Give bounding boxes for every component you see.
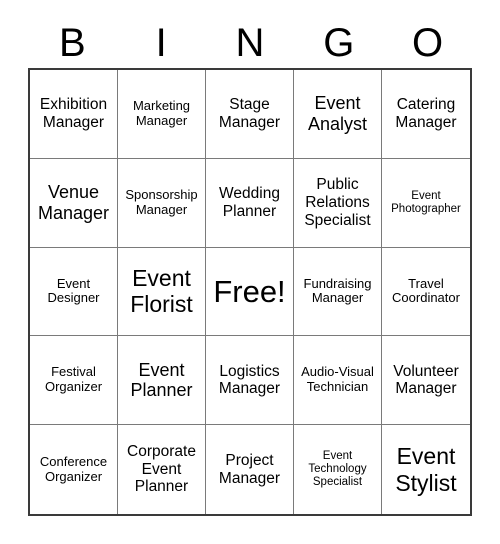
bingo-cell[interactable]: Logistics Manager xyxy=(206,336,294,426)
bingo-cell-label: Festival Organizer xyxy=(44,364,103,395)
header-letter-i: I xyxy=(155,21,167,65)
bingo-cell-label: Public Relations Specialist xyxy=(304,176,371,229)
bingo-cell[interactable]: Event Analyst xyxy=(294,70,382,159)
bingo-cell[interactable]: Event Stylist xyxy=(382,425,470,514)
bingo-cell[interactable]: Venue Manager xyxy=(30,158,118,248)
bingo-cell[interactable]: Exhibition Manager xyxy=(30,70,118,159)
bingo-cell[interactable]: Stage Manager xyxy=(206,70,294,159)
bingo-cell[interactable]: Festival Organizer xyxy=(30,336,118,426)
bingo-cell[interactable]: Catering Manager xyxy=(382,70,470,159)
bingo-cell-label: Conference Organizer xyxy=(39,453,108,484)
bingo-cell-free[interactable]: Free! xyxy=(206,247,294,337)
header-letter-b: B xyxy=(59,21,86,65)
header-letter-g: G xyxy=(323,21,355,65)
bingo-cell-label: Fundraising Manager xyxy=(303,275,372,306)
bingo-cell-label: Event Analyst xyxy=(307,93,368,134)
bingo-cell-label: Logistics Manager xyxy=(218,362,281,398)
bingo-cell-label: Event Stylist xyxy=(395,443,457,496)
bingo-cell-label: Free! xyxy=(213,273,286,309)
bingo-cell[interactable]: Fundraising Manager xyxy=(294,247,382,337)
bingo-cell[interactable]: Marketing Manager xyxy=(118,70,206,159)
bingo-cell[interactable]: Event Technology Specialist xyxy=(294,425,382,514)
bingo-cell[interactable]: Travel Coordinator xyxy=(382,247,470,337)
header-letter-o: O xyxy=(412,21,444,65)
bingo-cell[interactable]: Event Photographer xyxy=(382,158,470,248)
bingo-cell-label: Marketing Manager xyxy=(132,98,191,128)
bingo-cell-label: Volunteer Manager xyxy=(393,362,459,398)
bingo-cell-label: Travel Coordinator xyxy=(392,275,460,306)
bingo-card: B I N G O Exhibition Manager Marketing Ma… xyxy=(0,0,500,544)
bingo-cell[interactable]: Wedding Planner xyxy=(206,158,294,248)
bingo-cell-label: Event Planner xyxy=(130,359,193,401)
bingo-cell[interactable]: Public Relations Specialist xyxy=(294,158,382,248)
bingo-header-row: B I N G O xyxy=(28,18,472,68)
bingo-cell-label: Venue Manager xyxy=(37,182,110,223)
header-letter-n: N xyxy=(235,21,265,65)
bingo-cell-label: Sponsorship Manager xyxy=(125,186,198,217)
bingo-cell[interactable]: Conference Organizer xyxy=(30,425,118,514)
bingo-cell-label: Event Designer xyxy=(47,275,100,306)
bingo-cell-label: Wedding Planner xyxy=(219,185,280,220)
bingo-cell-label: Event Photographer xyxy=(391,189,461,215)
bingo-cell[interactable]: Volunteer Manager xyxy=(382,336,470,426)
bingo-cell-label: Project Manager xyxy=(218,451,281,487)
bingo-cell-label: Catering Manager xyxy=(395,96,457,131)
bingo-cell[interactable]: Audio-Visual Technician xyxy=(294,336,382,426)
bingo-cell[interactable]: Corporate Event Planner xyxy=(118,425,206,514)
bingo-cell-label: Exhibition Manager xyxy=(39,96,108,131)
bingo-cell[interactable]: Project Manager xyxy=(206,425,294,514)
bingo-cell-label: Event Florist xyxy=(130,265,193,318)
bingo-cell-label: Stage Manager xyxy=(218,96,281,131)
bingo-grid: Exhibition Manager Marketing Manager Stage… xyxy=(28,68,472,516)
bingo-cell[interactable]: Event Florist xyxy=(118,247,206,337)
bingo-cell-label: Audio-Visual Technician xyxy=(301,364,374,395)
bingo-cell-label: Corporate Event Planner xyxy=(127,443,196,496)
bingo-cell[interactable]: Event Designer xyxy=(30,247,118,337)
bingo-cell[interactable]: Sponsorship Manager xyxy=(118,158,206,248)
bingo-cell[interactable]: Event Planner xyxy=(118,336,206,426)
bingo-cell-label: Event Technology Specialist xyxy=(308,449,367,489)
